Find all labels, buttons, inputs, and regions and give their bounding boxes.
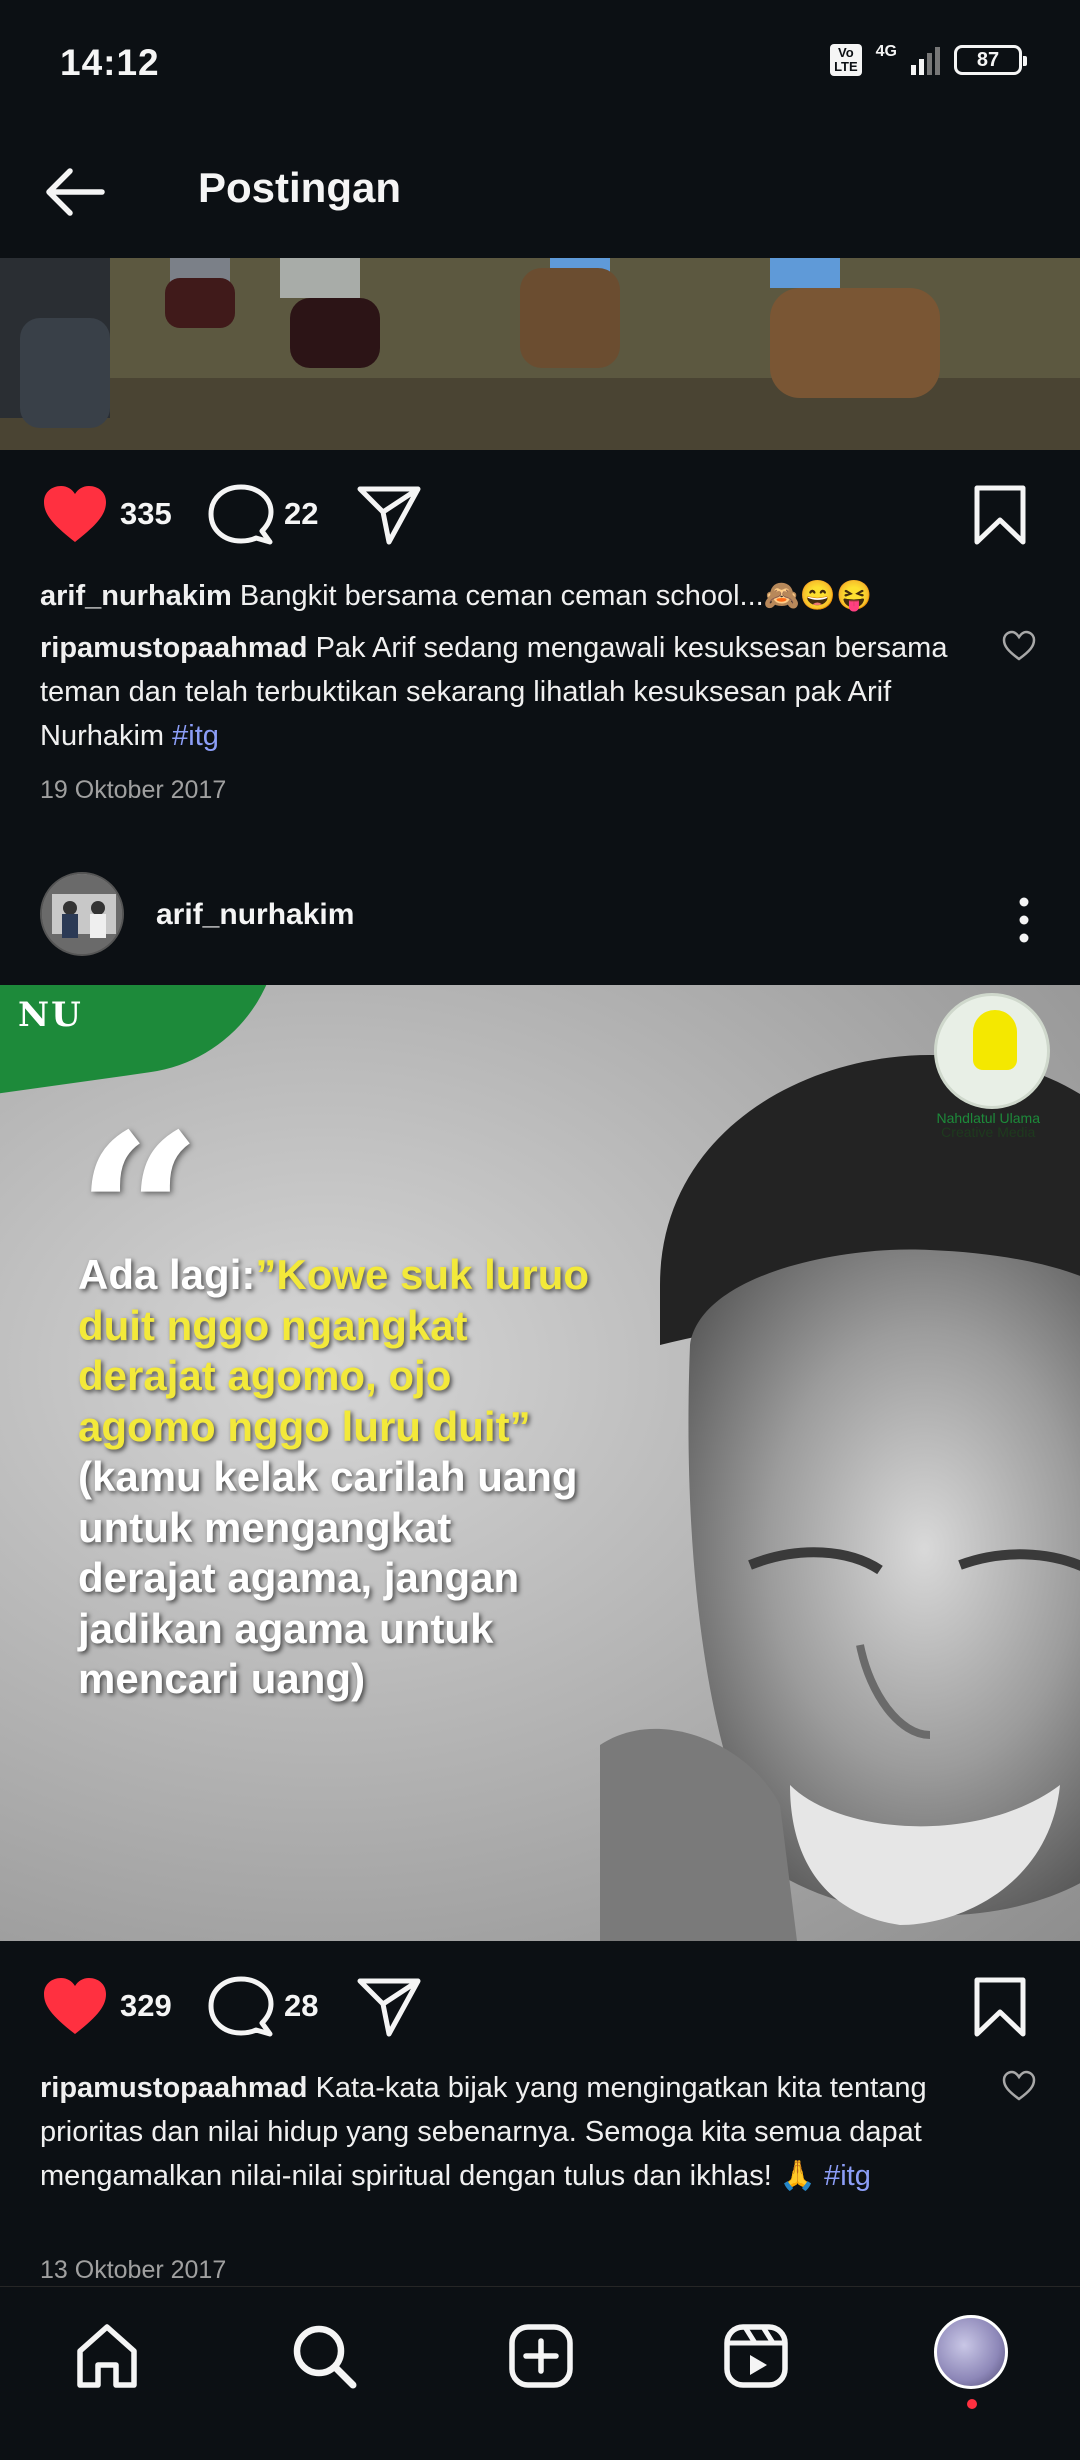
status-bar: 14:12 Vo LTE 4G 87 xyxy=(0,0,1080,130)
creative-media-label: Nahdlatul Ulama Creative Media xyxy=(937,1111,1041,1139)
comment-icon[interactable] xyxy=(208,484,274,546)
comment-like-icon[interactable] xyxy=(1002,2070,1036,2102)
network-type: 4G xyxy=(875,43,897,60)
nu-logo: NU xyxy=(18,995,83,1035)
post-photo-art xyxy=(0,258,1080,450)
battery-icon: 87 xyxy=(954,45,1027,75)
more-options-icon[interactable] xyxy=(1004,890,1044,950)
post1-comment: ripamustopaahmad Pak Arif sedang mengawa… xyxy=(40,626,970,758)
like-heart-icon[interactable] xyxy=(42,1976,108,2038)
reels-icon[interactable] xyxy=(721,2321,791,2391)
avatar-art xyxy=(42,874,122,954)
user-avatar[interactable] xyxy=(40,872,124,956)
portrait-art xyxy=(600,1055,1080,1941)
add-icon[interactable] xyxy=(506,2321,576,2391)
back-arrow-icon[interactable] xyxy=(40,156,112,228)
post-image[interactable]: NU Nahdlatul Ulama Creative Media “ Ada … xyxy=(0,985,1080,1941)
page-title: Postingan xyxy=(198,164,402,211)
hashtag-link[interactable]: #itg xyxy=(172,720,219,752)
post2-header: arif_nurhakim xyxy=(0,862,1080,984)
volte-icon: Vo LTE xyxy=(830,44,862,76)
like-heart-icon[interactable] xyxy=(42,484,108,546)
search-icon[interactable] xyxy=(289,2321,359,2391)
comment-like-icon[interactable] xyxy=(1002,630,1036,662)
post2-comment: ripamustopaahmad Kata-kata bijak yang me… xyxy=(40,2066,970,2198)
like-count[interactable]: 335 xyxy=(120,496,172,532)
comment-username[interactable]: ripamustopaahmad xyxy=(40,2072,308,2104)
comment-icon[interactable] xyxy=(208,1976,274,2038)
profile-avatar[interactable] xyxy=(934,2315,1008,2389)
status-time: 14:12 xyxy=(60,42,160,83)
post1-date: 19 Oktober 2017 xyxy=(40,776,227,804)
quote-text: Ada lagi:”Kowe suk luruo duit nggo ngang… xyxy=(78,1250,598,1705)
quote-lead: Ada lagi: xyxy=(78,1251,256,1298)
share-icon[interactable] xyxy=(356,484,422,546)
quote-translation: (kamu kelak carilah uang untuk mengangka… xyxy=(78,1453,578,1702)
logo-line-2: Creative Media xyxy=(941,1124,1036,1140)
bottom-navigation xyxy=(0,2286,1080,2460)
top-app-bar: Postingan xyxy=(0,130,1080,258)
logo-line-1: Nahdlatul Ulama xyxy=(936,1110,1041,1126)
like-count[interactable]: 329 xyxy=(120,1988,172,2024)
caption-text: Bangkit bersama ceman ceman school...🙈😄😝 xyxy=(239,580,873,612)
bookmark-icon[interactable] xyxy=(972,484,1028,546)
status-icons: Vo LTE 4G 87 xyxy=(830,43,1027,76)
home-icon[interactable] xyxy=(72,2321,142,2391)
post-image[interactable] xyxy=(0,258,1080,450)
comment-username[interactable]: ripamustopaahmad xyxy=(40,632,308,664)
caption-username[interactable]: arif_nurhakim xyxy=(40,580,232,612)
bulb-icon xyxy=(973,1010,1017,1070)
post2-date: 13 Oktober 2017 xyxy=(40,2256,227,2284)
post2-action-bar: 329 28 xyxy=(0,1958,1080,2048)
comment-count[interactable]: 28 xyxy=(284,1988,318,2024)
share-icon[interactable] xyxy=(356,1976,422,2038)
comment-count[interactable]: 22 xyxy=(284,496,318,532)
creative-media-logo xyxy=(934,993,1050,1109)
battery-level: 87 xyxy=(976,48,1000,71)
post-username[interactable]: arif_nurhakim xyxy=(156,898,354,932)
post1-action-bar: 335 22 xyxy=(0,466,1080,556)
notification-dot xyxy=(967,2399,977,2409)
hashtag-link[interactable]: #itg xyxy=(824,2160,871,2192)
bookmark-icon[interactable] xyxy=(972,1976,1028,2038)
signal-icon xyxy=(911,45,940,75)
post1-caption: arif_nurhakim Bangkit bersama ceman cema… xyxy=(40,574,990,618)
